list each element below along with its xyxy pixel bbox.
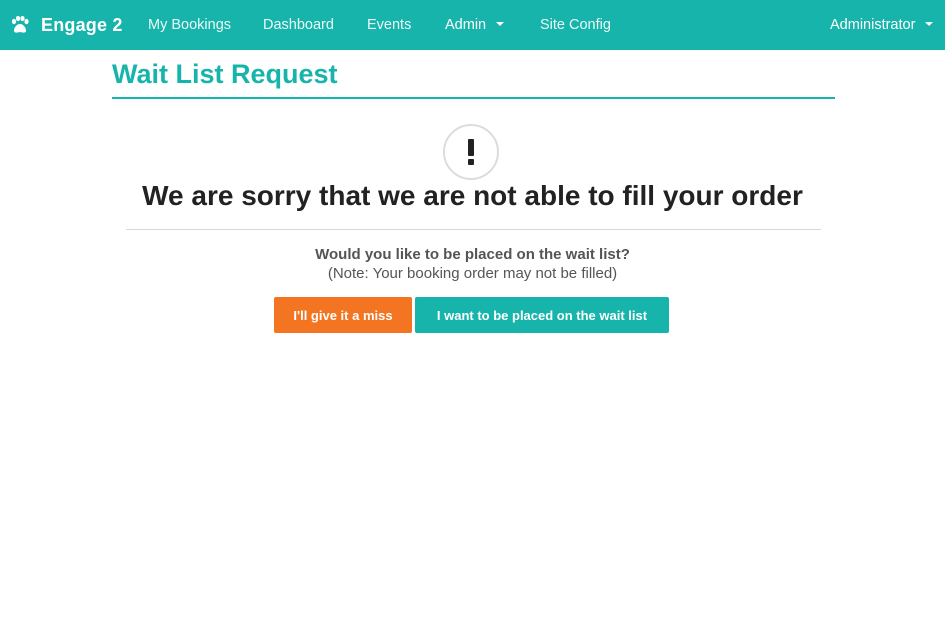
wait-list-question: Would you like to be placed on the wait … <box>315 246 630 263</box>
nav-admin-dropdown[interactable]: Admin <box>445 0 505 50</box>
brand-link[interactable]: Engage 2 <box>10 0 123 50</box>
user-menu-label: Administrator <box>830 17 916 33</box>
brand-name: Engage 2 <box>41 14 123 35</box>
page-title: Wait List Request <box>112 59 338 89</box>
paw-icon <box>11 15 29 33</box>
give-it-a-miss-button[interactable]: I'll give it a miss <box>274 297 412 333</box>
exclamation-icon <box>468 139 474 165</box>
nav-events[interactable]: Events <box>367 0 411 50</box>
user-menu-dropdown[interactable]: Administrator <box>830 0 934 50</box>
section-divider <box>126 229 821 230</box>
nav-admin-label: Admin <box>445 17 487 33</box>
chevron-down-icon <box>496 21 505 26</box>
nav-site-config[interactable]: Site Config <box>540 0 611 50</box>
wait-list-note: (Note: Your booking order may not be fil… <box>327 265 618 282</box>
nav-dashboard[interactable]: Dashboard <box>263 0 334 50</box>
nav-my-bookings[interactable]: My Bookings <box>148 0 231 50</box>
title-underline <box>112 97 835 99</box>
join-wait-list-button[interactable]: I want to be placed on the wait list <box>415 297 669 333</box>
top-navbar: Engage 2 My Bookings Dashboard Events Ad… <box>0 0 945 50</box>
alert-badge <box>443 124 499 180</box>
sorry-heading: We are sorry that we are not able to fil… <box>142 180 803 211</box>
chevron-down-icon <box>925 21 934 26</box>
